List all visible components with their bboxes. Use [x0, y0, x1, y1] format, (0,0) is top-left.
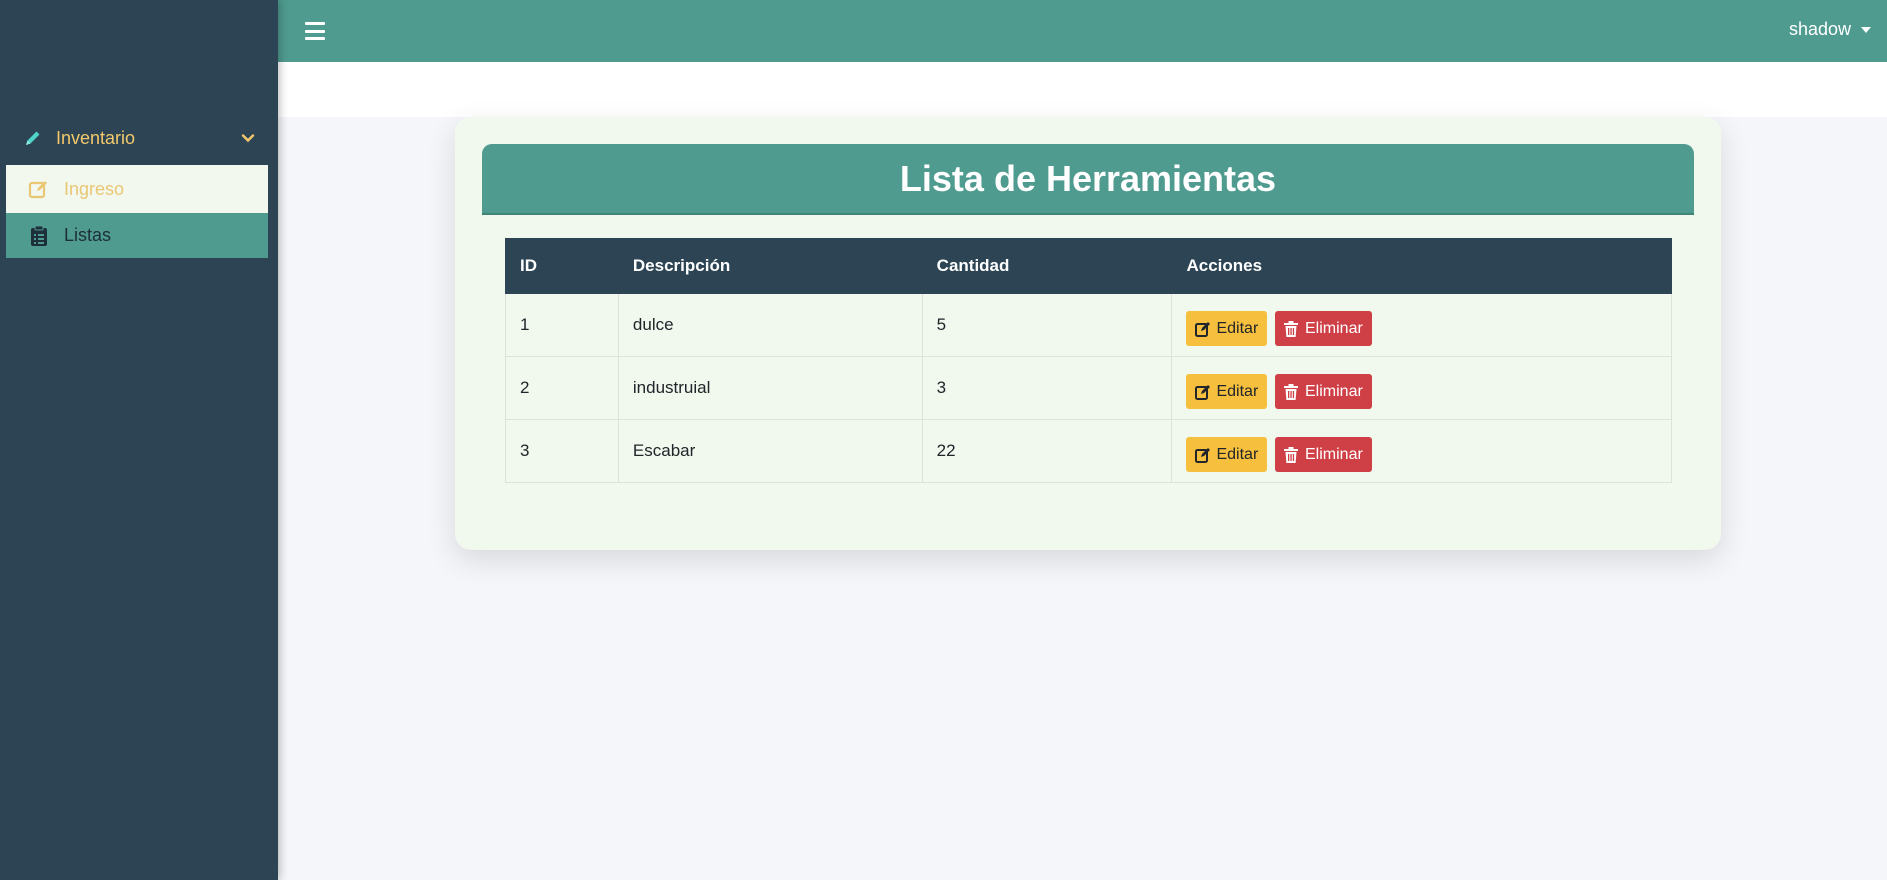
cell-id: 3 — [505, 419, 619, 483]
column-header-descripcion: Descripción — [617, 238, 923, 294]
cell-descripcion: dulce — [617, 293, 923, 357]
table-row: 1 dulce 5 Editar Eliminar — [505, 293, 1672, 357]
sidebar-item-ingreso[interactable]: Ingreso — [6, 165, 268, 213]
tools-table: ID Descripción Cantidad Acciones 1 dulce… — [505, 238, 1672, 483]
edit-button-label: Editar — [1216, 445, 1259, 463]
delete-button-label: Eliminar — [1305, 319, 1363, 337]
cell-acciones: Editar Eliminar — [1171, 293, 1672, 357]
sidebar-item-inventario[interactable]: Inventario — [0, 118, 278, 158]
user-name: shadow — [1788, 19, 1851, 39]
card-header: Lista de Herramientas — [482, 144, 1694, 215]
sidebar: Inventario Ingreso Listas — [0, 0, 278, 880]
delete-button[interactable]: Eliminar — [1275, 311, 1372, 346]
cell-acciones: Editar Eliminar — [1171, 419, 1672, 483]
sidebar-item-label: Inventario — [56, 127, 136, 148]
edit-button[interactable]: Editar — [1186, 437, 1268, 472]
menu-toggle-icon[interactable] — [305, 20, 325, 42]
trash-icon — [1284, 320, 1300, 337]
topbar: shadow — [278, 0, 1887, 62]
edit-icon — [1195, 447, 1211, 463]
column-header-id: ID — [505, 238, 619, 294]
caret-down-icon — [1861, 26, 1871, 33]
column-header-acciones: Acciones — [1171, 238, 1672, 294]
edit-button-label: Editar — [1216, 382, 1259, 400]
edit-icon — [1195, 384, 1211, 400]
table-header-row: ID Descripción Cantidad Acciones — [505, 238, 1672, 294]
cell-descripcion: Escabar — [617, 419, 923, 483]
delete-button-label: Eliminar — [1305, 445, 1363, 463]
edit-icon — [1195, 321, 1211, 337]
edit-button[interactable]: Editar — [1186, 374, 1268, 409]
delete-button[interactable]: Eliminar — [1275, 374, 1372, 409]
trash-icon — [1284, 446, 1300, 463]
sidebar-item-listas[interactable]: Listas — [6, 213, 268, 258]
user-menu-dropdown[interactable]: shadow — [1789, 19, 1871, 40]
sidebar-item-label: Ingreso — [64, 178, 125, 199]
cell-cantidad: 3 — [921, 356, 1173, 420]
table-row: 2 industruial 3 Editar Eliminar — [505, 356, 1672, 420]
cell-id: 2 — [505, 356, 619, 420]
edit-button-label: Editar — [1216, 319, 1259, 337]
sidebar-item-label: Listas — [64, 225, 112, 245]
content-header-bar — [278, 62, 1887, 117]
cell-cantidad: 5 — [921, 293, 1173, 357]
clipboard-list-icon — [28, 225, 50, 247]
delete-button[interactable]: Eliminar — [1275, 437, 1372, 472]
chevron-down-icon — [240, 130, 256, 146]
pencil-icon — [22, 127, 44, 149]
page-title: Lista de Herramientas — [899, 157, 1277, 199]
cell-id: 1 — [505, 293, 619, 357]
delete-button-label: Eliminar — [1305, 382, 1363, 400]
tools-list-card: Lista de Herramientas ID Descripción Can… — [455, 117, 1721, 550]
column-header-cantidad: Cantidad — [921, 238, 1173, 294]
edit-note-icon — [28, 178, 50, 200]
trash-icon — [1284, 383, 1300, 400]
table-row: 3 Escabar 22 Editar Eliminar — [505, 419, 1672, 483]
cell-cantidad: 22 — [921, 419, 1173, 483]
cell-descripcion: industruial — [617, 356, 923, 420]
edit-button[interactable]: Editar — [1186, 311, 1268, 346]
cell-acciones: Editar Eliminar — [1171, 356, 1672, 420]
